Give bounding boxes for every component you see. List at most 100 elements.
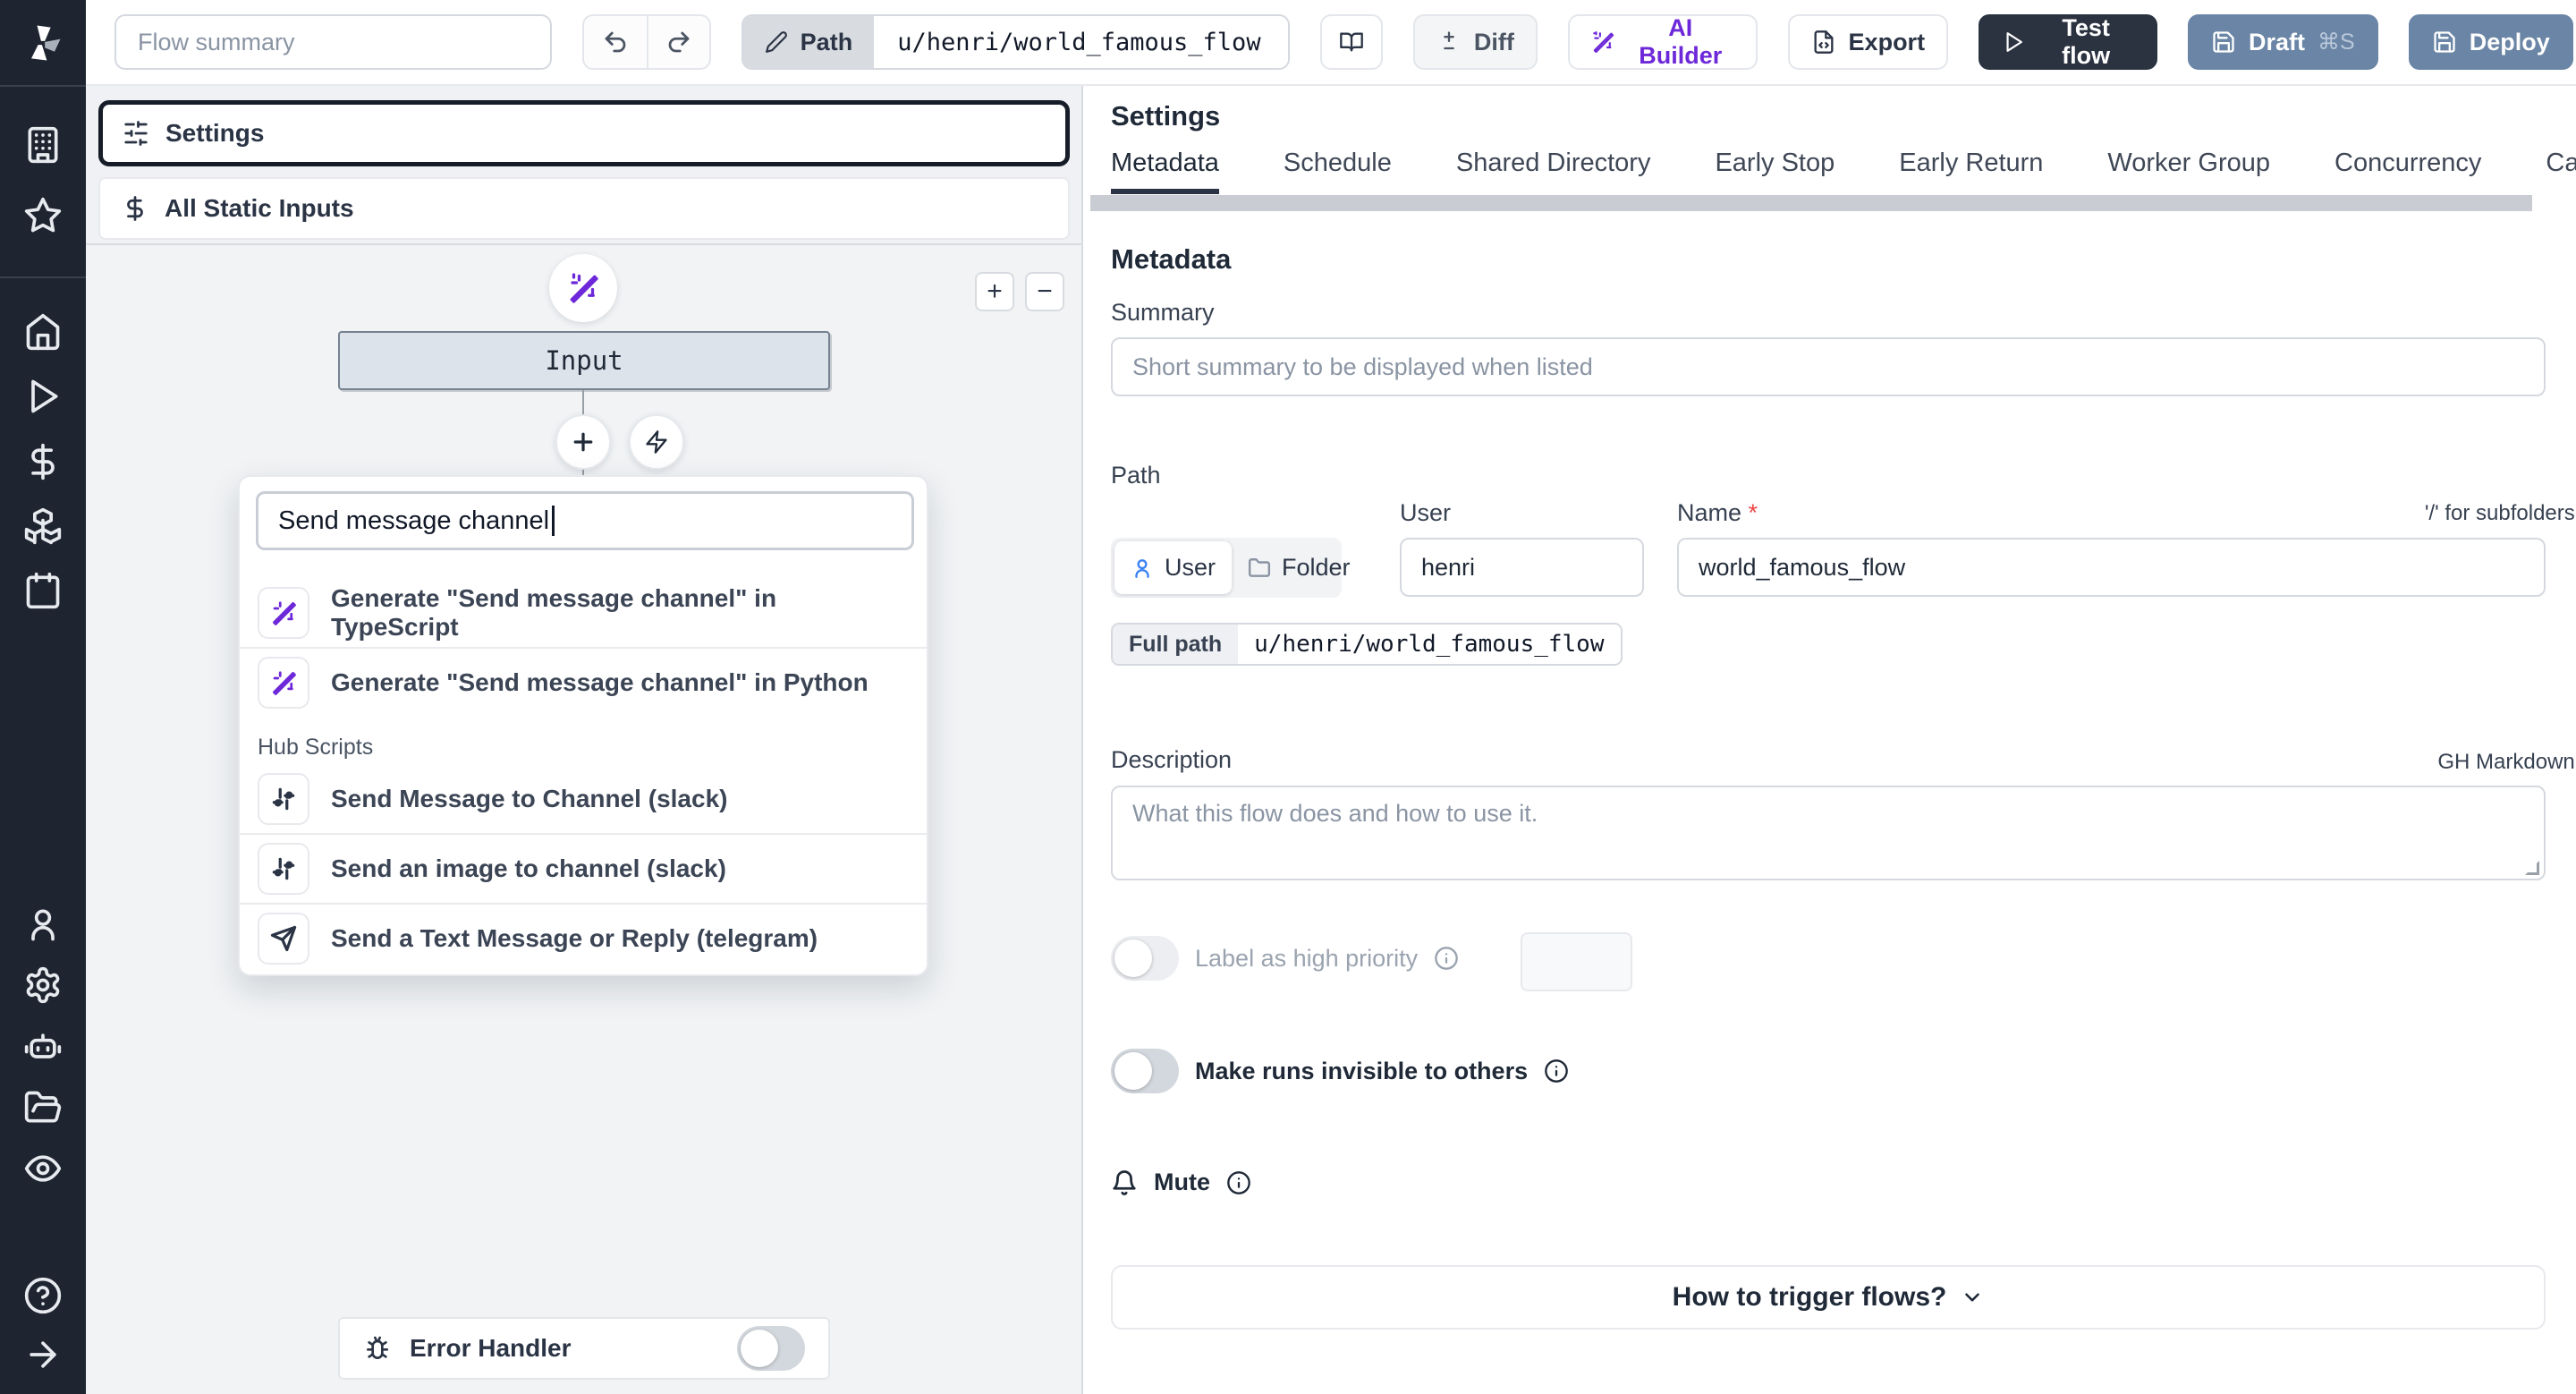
menu-item-slack-message[interactable]: Send Message to Channel (slack) (240, 765, 927, 833)
path-edit-chip[interactable]: Path (742, 16, 875, 68)
telegram-icon (258, 913, 309, 965)
flow-summary-input[interactable] (114, 14, 553, 70)
folder-icon (1248, 557, 1271, 577)
metadata-heading: Metadata (1111, 243, 1232, 275)
trigger-step-button[interactable] (629, 414, 684, 470)
info-icon[interactable] (1226, 1170, 1251, 1195)
settings-tabs: Metadata Schedule Shared Directory Early… (1111, 149, 2576, 194)
ai-builder-label: AI Builder (1639, 14, 1723, 69)
high-priority-toggle[interactable] (1111, 936, 1179, 981)
toolbar: Path u/henri/world_famous_flow Diff AI B… (86, 0, 2576, 86)
workers-robot-icon[interactable] (23, 1027, 63, 1067)
expand-arrow-icon[interactable] (23, 1335, 63, 1374)
path-group[interactable]: Path u/henri/world_famous_flow (741, 14, 1290, 70)
description-label: Description (1111, 746, 1233, 773)
step-search-input[interactable]: Send message channel (256, 491, 914, 550)
file-export-icon (1814, 30, 1834, 54)
schedules-calendar-icon[interactable] (23, 571, 63, 610)
owner-folder-option[interactable]: Folder (1232, 541, 1367, 594)
user-input[interactable] (1400, 538, 1644, 597)
wand-icon (258, 657, 309, 709)
menu-item-telegram-message[interactable]: Send a Text Message or Reply (telegram) (240, 905, 927, 973)
chevron-down-icon (1965, 1293, 1980, 1302)
error-handler-toggle[interactable] (737, 1326, 805, 1371)
flow-canvas[interactable]: + − Input Send message channel Generate … (86, 243, 1081, 1394)
settings-gear-icon[interactable] (23, 965, 63, 1005)
path-value[interactable]: u/henri/world_famous_flow (874, 16, 1288, 68)
menu-item-generate-typescript[interactable]: Generate "Send message channel" in TypeS… (240, 579, 927, 647)
bolt-icon (646, 430, 667, 454)
menu-item-label: Send Message to Channel (slack) (331, 785, 728, 812)
divider (0, 276, 86, 278)
tab-cache[interactable]: Cache (2546, 149, 2576, 194)
zoom-out-button[interactable]: − (1025, 272, 1064, 311)
menu-item-label: Generate "Send message channel" in TypeS… (331, 584, 777, 641)
name-input[interactable] (1677, 538, 2546, 597)
ai-flow-button[interactable] (549, 254, 617, 322)
info-icon[interactable] (1434, 946, 1459, 971)
folders-icon[interactable] (23, 1088, 63, 1127)
ai-builder-button[interactable]: AI Builder (1567, 14, 1758, 70)
tab-metadata[interactable]: Metadata (1111, 149, 1219, 194)
tab-worker-group[interactable]: Worker Group (2107, 149, 2270, 194)
undo-button[interactable] (584, 16, 647, 68)
menu-item-slack-image[interactable]: Send an image to channel (slack) (240, 835, 927, 903)
zoom-in-button[interactable]: + (975, 272, 1014, 311)
slack-icon (258, 773, 309, 825)
priority-value-input[interactable] (1521, 932, 1632, 991)
user-icon[interactable] (23, 905, 63, 944)
settings-panel: Settings Metadata Schedule Shared Direct… (1083, 86, 2576, 1394)
runs-play-icon[interactable] (23, 377, 63, 416)
add-step-button[interactable] (555, 414, 611, 470)
bug-icon (367, 1336, 388, 1359)
tabs-scrollbar[interactable] (1090, 195, 2532, 211)
home-icon[interactable] (23, 312, 63, 352)
draft-shortcut: ⌘S (2318, 30, 2355, 55)
book-icon (1340, 32, 1363, 52)
menu-item-generate-python[interactable]: Generate "Send message channel" in Pytho… (240, 649, 927, 717)
full-path-label: Full path (1113, 625, 1239, 664)
redo-button[interactable] (646, 16, 709, 68)
resources-cubes-icon[interactable] (23, 506, 63, 546)
draft-button[interactable]: Draft ⌘S (2188, 14, 2378, 70)
diff-button[interactable]: Diff (1412, 14, 1538, 70)
flow-settings-row[interactable]: Settings (98, 100, 1070, 166)
tab-shared-directory[interactable]: Shared Directory (1456, 149, 1651, 194)
tab-early-stop[interactable]: Early Stop (1715, 149, 1835, 194)
variables-dollar-icon[interactable] (23, 442, 63, 481)
invisible-runs-label: Make runs invisible to others (1195, 1057, 1529, 1084)
full-path-value[interactable]: u/henri/world_famous_flow (1238, 625, 1621, 664)
name-field-label: Name * (1677, 499, 1758, 526)
owner-user-option[interactable]: User (1114, 541, 1233, 594)
workspace-icon[interactable] (23, 125, 63, 165)
test-flow-button[interactable]: Test flow (1979, 14, 2158, 70)
export-button[interactable]: Export (1787, 14, 1949, 70)
docs-button[interactable] (1319, 14, 1383, 70)
pen-icon (765, 31, 787, 53)
all-static-inputs-row[interactable]: All Static Inputs (98, 177, 1070, 240)
info-icon[interactable] (1544, 1058, 1569, 1084)
wand-icon (570, 273, 598, 303)
dollar-icon (127, 196, 143, 221)
deploy-button[interactable]: Deploy (2408, 14, 2573, 70)
error-handler-row[interactable]: Error Handler (338, 1317, 830, 1380)
bell-icon (1111, 1169, 1138, 1196)
how-to-trigger-flows-button[interactable]: How to trigger flows? (1111, 1265, 2546, 1330)
audit-eye-icon[interactable] (23, 1149, 63, 1188)
diff-label: Diff (1473, 28, 1514, 55)
owner-kind-segmented: User Folder (1111, 538, 1351, 598)
how-to-trigger-label: How to trigger flows? (1672, 1282, 1947, 1312)
help-icon[interactable] (23, 1276, 63, 1315)
tab-early-return[interactable]: Early Return (1899, 149, 2043, 194)
tab-schedule[interactable]: Schedule (1284, 149, 1392, 194)
favorites-star-icon[interactable] (23, 196, 63, 235)
tab-concurrency[interactable]: Concurrency (2334, 149, 2481, 194)
description-textarea[interactable] (1111, 786, 2546, 880)
wand-icon (1592, 30, 1614, 54)
invisible-runs-toggle[interactable] (1111, 1049, 1179, 1093)
windmill-logo[interactable] (20, 20, 66, 66)
summary-input[interactable] (1111, 337, 2546, 396)
save-icon (2213, 31, 2234, 53)
input-node[interactable]: Input (338, 331, 830, 390)
slack-icon (258, 843, 309, 895)
